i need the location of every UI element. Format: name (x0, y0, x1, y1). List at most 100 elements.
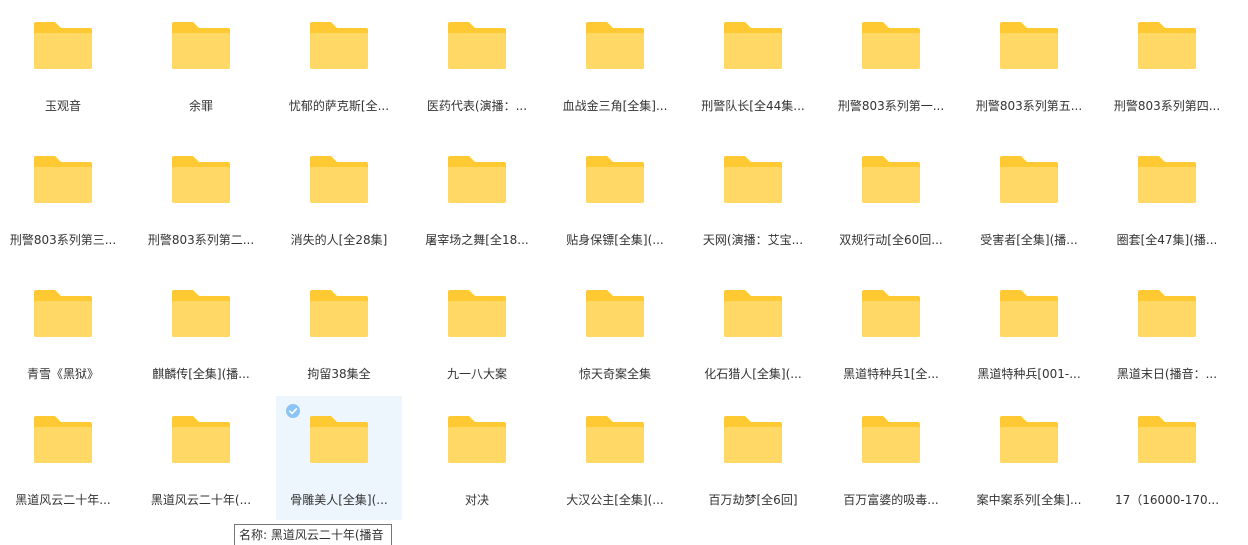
folder-icon (861, 20, 921, 70)
folder-icon (309, 154, 369, 204)
folder-item[interactable]: 黑道风云二十年... (0, 396, 126, 520)
folder-label: 黑道风云二十年... (15, 493, 111, 507)
folder-item[interactable]: 百万富婆的吸毒... (828, 396, 954, 520)
folder-label: 刑警队长[全44集... (701, 99, 805, 113)
folder-item[interactable]: 黑道特种兵1[全... (828, 270, 954, 394)
folder-grid: 玉观音 余罪 忧郁的萨克斯[全... 医药代表(演播：... 血战金三角[全集]... 刑… (0, 0, 1248, 545)
folder-item[interactable]: 刑警803系列第四... (1104, 2, 1230, 126)
folder-item[interactable]: 圈套[全47集](播... (1104, 136, 1230, 260)
folder-item[interactable]: 惊天奇案全集 (552, 270, 678, 394)
folder-icon (171, 20, 231, 70)
folder-item[interactable]: 黑道末日(播音：... (1104, 270, 1230, 394)
folder-label: 血战金三角[全集]... (562, 99, 668, 113)
folder-item[interactable]: 刑警队长[全44集... (690, 2, 816, 126)
folder-icon (309, 414, 369, 464)
folder-icon (447, 288, 507, 338)
folder-item[interactable]: 麒麟传[全集](播... (138, 270, 264, 394)
folder-label: 大汉公主[全集](... (566, 493, 664, 507)
folder-item[interactable]: 青雪《黑狱》 (0, 270, 126, 394)
folder-icon (1137, 288, 1197, 338)
folder-item[interactable]: 消失的人[全28集] (276, 136, 402, 260)
folder-label: 青雪《黑狱》 (26, 367, 99, 381)
folder-item[interactable]: 拘留38集全 (276, 270, 402, 394)
folder-label: 黑道特种兵1[全... (843, 367, 939, 381)
folder-icon (585, 20, 645, 70)
folder-label: 天网(演播：艾宝... (702, 233, 804, 247)
folder-icon (171, 288, 231, 338)
folder-item[interactable]: 黑道特种兵[001-... (966, 270, 1092, 394)
folder-icon (723, 414, 783, 464)
folder-label: 贴身保镖[全集](... (566, 233, 664, 247)
folder-icon (861, 154, 921, 204)
folder-item[interactable]: 17（16000-170... (1104, 396, 1230, 520)
folder-label: 圈套[全47集](播... (1116, 233, 1218, 247)
folder-label: 骨雕美人[全集](... (290, 493, 388, 507)
folder-item[interactable]: 玉观音 (0, 2, 126, 126)
folder-item[interactable]: 余罪 (138, 2, 264, 126)
folder-icon (171, 154, 231, 204)
folder-label: 余罪 (188, 99, 213, 113)
folder-label: 百万劫梦[全6回] (708, 493, 798, 507)
folder-label: 麒麟传[全集](播... (152, 367, 250, 381)
folder-item[interactable]: 忧郁的萨克斯[全... (276, 2, 402, 126)
folder-item[interactable]: 双规行动[全60回... (828, 136, 954, 260)
folder-icon (723, 154, 783, 204)
folder-label: 刑警803系列第二... (147, 233, 255, 247)
folder-item[interactable]: 贴身保镖[全集](... (552, 136, 678, 260)
folder-label: 消失的人[全28集] (290, 233, 388, 247)
folder-label: 刑警803系列第三... (9, 233, 117, 247)
folder-label: 刑警803系列第五... (975, 99, 1083, 113)
folder-icon (999, 414, 1059, 464)
folder-label: 17（16000-170... (1114, 493, 1220, 507)
folder-label: 黑道末日(播音：... (1116, 367, 1218, 381)
folder-item[interactable]: 刑警803系列第三... (0, 136, 126, 260)
folder-icon (585, 288, 645, 338)
folder-icon (447, 20, 507, 70)
folder-icon (999, 20, 1059, 70)
folder-item[interactable]: 黑道风云二十年(... (138, 396, 264, 520)
folder-label: 拘留38集全 (307, 367, 371, 381)
folder-label: 屠宰场之舞[全18... (425, 233, 529, 247)
folder-icon (33, 20, 93, 70)
folder-label: 受害者[全集](播... (980, 233, 1078, 247)
folder-icon (33, 288, 93, 338)
folder-item[interactable]: 天网(演播：艾宝... (690, 136, 816, 260)
folder-item[interactable]: 九一八大案 (414, 270, 540, 394)
folder-item[interactable]: 屠宰场之舞[全18... (414, 136, 540, 260)
folder-item[interactable]: 刑警803系列第二... (138, 136, 264, 260)
folder-icon (723, 20, 783, 70)
folder-label: 化石猎人[全集](... (704, 367, 802, 381)
folder-label: 黑道风云二十年(... (150, 493, 252, 507)
folder-label: 惊天奇案全集 (578, 367, 651, 381)
folder-label: 忧郁的萨克斯[全... (288, 99, 390, 113)
folder-item[interactable]: 大汉公主[全集](... (552, 396, 678, 520)
folder-item[interactable]: 骨雕美人[全集](... (276, 396, 402, 520)
folder-icon (585, 154, 645, 204)
folder-item[interactable]: 刑警803系列第一... (828, 2, 954, 126)
folder-label: 百万富婆的吸毒... (843, 493, 939, 507)
folder-icon (1137, 154, 1197, 204)
folder-icon (309, 288, 369, 338)
folder-icon (585, 414, 645, 464)
folder-icon (171, 414, 231, 464)
folder-icon (861, 288, 921, 338)
folder-item[interactable]: 血战金三角[全集]... (552, 2, 678, 126)
folder-label: 玉观音 (44, 99, 81, 113)
folder-icon (309, 20, 369, 70)
check-icon[interactable] (286, 403, 300, 418)
folder-item[interactable]: 医药代表(演播：... (414, 2, 540, 126)
folder-icon (447, 154, 507, 204)
folder-item[interactable]: 化石猎人[全集](... (690, 270, 816, 394)
folder-label: 刑警803系列第四... (1113, 99, 1221, 113)
folder-item[interactable]: 案中案系列[全集]... (966, 396, 1092, 520)
folder-label: 黑道特种兵[001-... (977, 367, 1081, 381)
folder-icon (861, 414, 921, 464)
folder-item[interactable]: 对决 (414, 396, 540, 520)
folder-icon (999, 288, 1059, 338)
folder-icon (33, 154, 93, 204)
folder-label: 九一八大案 (446, 367, 507, 381)
folder-item[interactable]: 受害者[全集](播... (966, 136, 1092, 260)
folder-icon (447, 414, 507, 464)
folder-item[interactable]: 百万劫梦[全6回] (690, 396, 816, 520)
folder-item[interactable]: 刑警803系列第五... (966, 2, 1092, 126)
